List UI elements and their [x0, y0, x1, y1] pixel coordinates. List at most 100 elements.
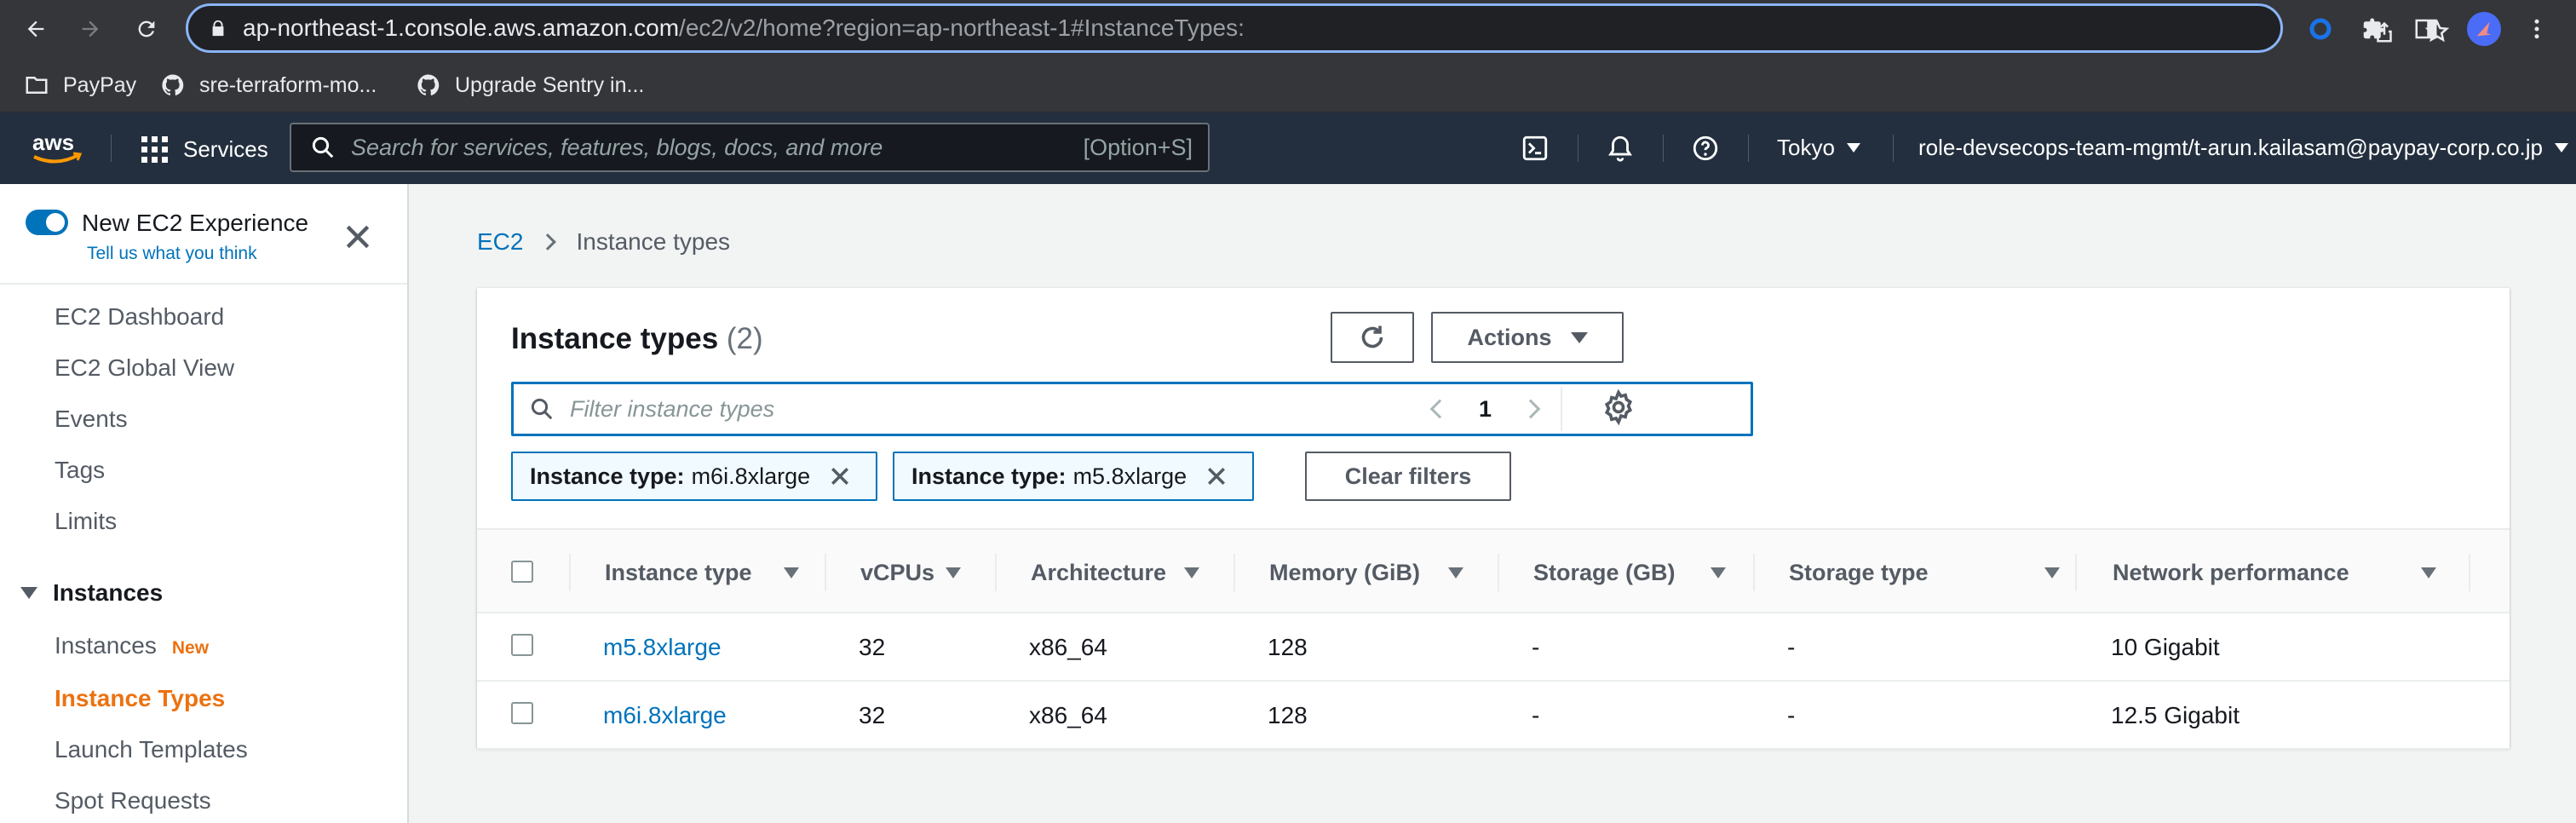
- region-selector[interactable]: Tokyo: [1777, 135, 1860, 161]
- svg-text:aws: aws: [32, 129, 74, 155]
- filter-token-m5: Instance type: m5.8xlarge: [893, 452, 1254, 501]
- sort-icon: [2421, 567, 2436, 578]
- table-row[interactable]: m5.8xlarge 32 x86_64 128 - - 10 Gigabit: [477, 613, 2510, 682]
- column-storage-type[interactable]: Storage type: [1789, 530, 2079, 615]
- column-architecture[interactable]: Architecture: [1031, 530, 1235, 615]
- pagination: 1: [1414, 392, 1622, 426]
- sort-icon: [946, 567, 961, 578]
- header-divider: [1893, 135, 1894, 162]
- gear-icon[interactable]: [1600, 388, 1637, 426]
- token-key: Instance type:: [911, 463, 1067, 489]
- feedback-link[interactable]: Tell us what you think: [87, 244, 257, 264]
- column-instance-type[interactable]: Instance type: [605, 530, 860, 615]
- sidebar-item-instance-types[interactable]: Instance Types: [55, 685, 225, 712]
- column-divider: [825, 554, 826, 591]
- row-checkbox[interactable]: [511, 634, 533, 656]
- sidebar-item-spot-requests[interactable]: Spot Requests: [55, 787, 211, 814]
- side-panel-icon: [2415, 19, 2437, 39]
- cell-vcpus: 32: [859, 702, 886, 728]
- search-icon: [531, 398, 553, 420]
- cell-architecture: x86_64: [1029, 634, 1107, 660]
- instance-type-link[interactable]: m5.8xlarge: [603, 613, 722, 682]
- reload-button[interactable]: [129, 12, 164, 46]
- help-button[interactable]: [1688, 131, 1722, 165]
- bookmark-label: sre-terraform-mo...: [199, 72, 377, 97]
- sidebar-section-instances[interactable]: Instances: [20, 579, 163, 607]
- aws-logo[interactable]: aws: [29, 128, 83, 167]
- new-experience-toggle[interactable]: [26, 210, 68, 235]
- caret-down-icon: [20, 587, 37, 599]
- title-text: Instance types: [511, 322, 719, 355]
- caret-down-icon: [1846, 143, 1860, 153]
- column-network[interactable]: Network performance: [2113, 530, 2436, 615]
- sidebar: New EC2 Experience Tell us what you thin…: [0, 184, 409, 823]
- column-divider: [1233, 554, 1235, 591]
- close-icon[interactable]: [1204, 463, 1229, 489]
- browser-menu-button[interactable]: [2520, 12, 2554, 46]
- column-vcpus[interactable]: vCPUs: [860, 530, 997, 615]
- column-divider: [2469, 554, 2470, 591]
- row-checkbox[interactable]: [511, 702, 533, 724]
- cell-storage-type: -: [1787, 634, 1796, 660]
- chevron-left-icon[interactable]: [1429, 399, 1450, 419]
- column-memory[interactable]: Memory (GiB): [1269, 530, 1491, 615]
- bookmark-label: PayPay: [63, 72, 137, 97]
- column-label: Architecture: [1031, 559, 1167, 585]
- breadcrumb-ec2[interactable]: EC2: [477, 228, 523, 256]
- bell-icon: [1608, 135, 1632, 162]
- new-badge: New: [171, 638, 210, 658]
- arrow-right-icon: [82, 20, 99, 37]
- bookmark-sre-terraform[interactable]: sre-terraform-mo...: [160, 70, 377, 101]
- chevron-right-icon[interactable]: [1521, 399, 1541, 419]
- services-label: Services: [183, 135, 268, 162]
- bookmark-paypay[interactable]: PayPay: [24, 70, 136, 101]
- profile-avatar[interactable]: [2467, 12, 2501, 46]
- sidebar-item-events[interactable]: Events: [55, 406, 128, 433]
- sidebar-item-instances[interactable]: Instances New: [55, 632, 209, 659]
- close-icon[interactable]: [827, 463, 853, 489]
- sidebar-item-limits[interactable]: Limits: [55, 508, 117, 535]
- close-icon[interactable]: [341, 220, 375, 254]
- sort-icon: [2044, 567, 2060, 578]
- column-storage[interactable]: Storage (GB): [1533, 530, 1755, 615]
- extensions-button[interactable]: [2356, 12, 2390, 46]
- column-label: Storage (GB): [1533, 559, 1676, 585]
- column-label: Memory (GiB): [1269, 559, 1421, 585]
- extension-circle-button[interactable]: [2303, 12, 2337, 46]
- header-divider: [1663, 135, 1664, 162]
- forward-button[interactable]: [73, 12, 107, 46]
- search-shortcut: [Option+S]: [1083, 134, 1193, 160]
- browser-toolbar: ap-northeast-1.console.aws.amazon.com/ec…: [0, 0, 2576, 58]
- cloudshell-button[interactable]: [1518, 131, 1552, 165]
- avatar-icon: [2467, 12, 2501, 46]
- search-placeholder: Search for services, features, blogs, do…: [351, 134, 883, 160]
- account-menu[interactable]: role-devsecops-team-mgmt/t-arun.kailasam…: [1918, 135, 2569, 161]
- services-menu-button[interactable]: Services: [141, 128, 268, 170]
- back-button[interactable]: [19, 12, 53, 46]
- sort-icon: [1448, 567, 1463, 578]
- pagination-divider: [1561, 387, 1562, 431]
- side-panel-button[interactable]: [2409, 12, 2443, 46]
- bookmarks-bar: PayPay sre-terraform-mo... Upgrade Sentr…: [0, 58, 2576, 112]
- column-label: Storage type: [1789, 559, 1929, 585]
- table-row[interactable]: m6i.8xlarge 32 x86_64 128 - - 12.5 Gigab…: [477, 682, 2510, 750]
- unified-search-input[interactable]: Search for services, features, blogs, do…: [290, 123, 1210, 172]
- select-all-checkbox[interactable]: [511, 561, 533, 583]
- page-number[interactable]: 1: [1479, 396, 1492, 423]
- actions-button[interactable]: Actions: [1431, 312, 1624, 363]
- github-icon: [417, 74, 440, 95]
- clear-filters-button[interactable]: Clear filters: [1305, 452, 1511, 501]
- actions-label: Actions: [1467, 324, 1552, 350]
- sidebar-item-ec2-dashboard[interactable]: EC2 Dashboard: [55, 303, 224, 331]
- notifications-button[interactable]: [1603, 131, 1637, 165]
- refresh-button[interactable]: [1331, 312, 1414, 363]
- sidebar-item-ec2-global-view[interactable]: EC2 Global View: [55, 354, 234, 382]
- column-divider: [995, 554, 997, 591]
- address-bar[interactable]: ap-northeast-1.console.aws.amazon.com/ec…: [186, 3, 2450, 53]
- sidebar-item-launch-templates[interactable]: Launch Templates: [55, 736, 248, 763]
- table-header: Instance type vCPUs Architecture Memory …: [477, 528, 2510, 613]
- bookmark-upgrade-sentry[interactable]: Upgrade Sentry in...: [416, 70, 644, 101]
- terminal-icon: [1522, 135, 1548, 161]
- instance-type-link[interactable]: m6i.8xlarge: [603, 682, 727, 750]
- sidebar-item-tags[interactable]: Tags: [55, 457, 105, 484]
